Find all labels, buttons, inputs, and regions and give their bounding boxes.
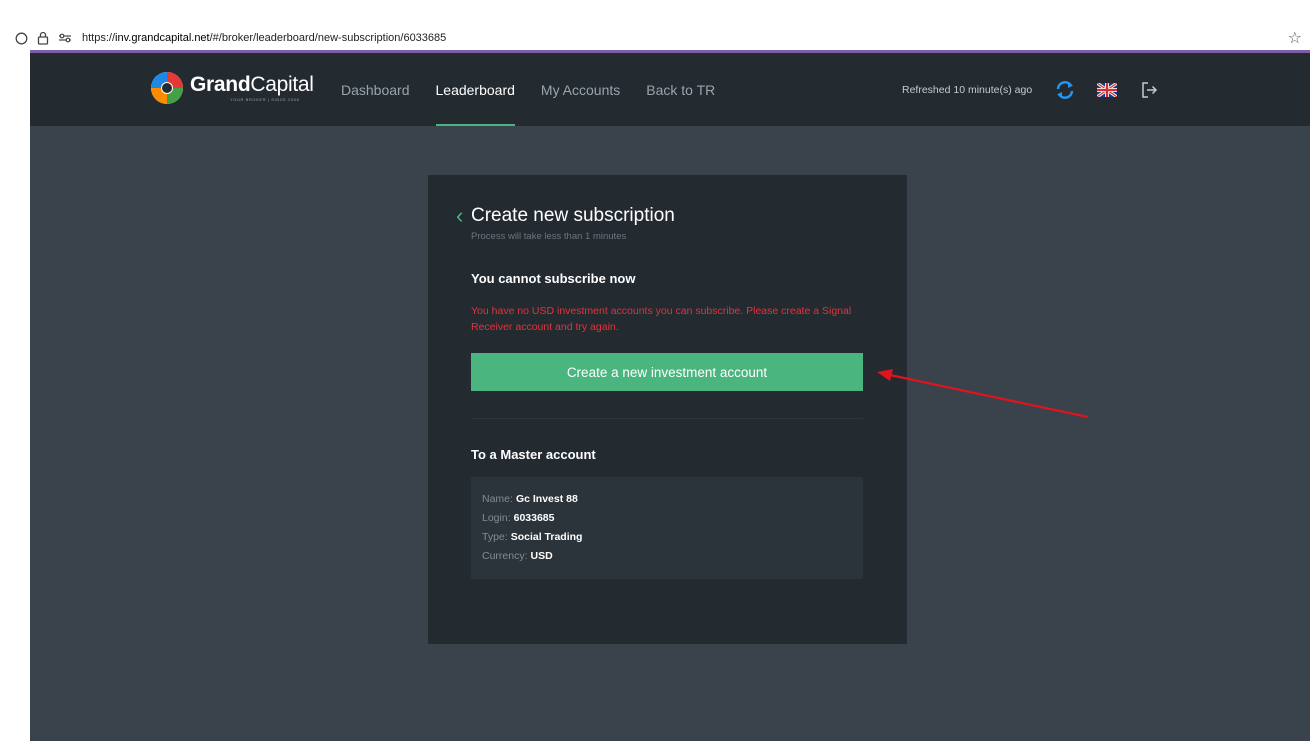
main-nav: Dashboard Leaderboard My Accounts Back t… bbox=[341, 53, 741, 126]
nav-item-leaderboard[interactable]: Leaderboard bbox=[435, 53, 516, 126]
refreshed-status: Refreshed 10 minute(s) ago bbox=[902, 84, 1033, 96]
info-row-login: Login: 6033685 bbox=[482, 509, 852, 528]
logo-text: GrandCapital YOUR BROKER | SINCE 2006 bbox=[190, 74, 314, 103]
lock-icon[interactable] bbox=[34, 29, 52, 47]
grandcapital-logo[interactable]: GrandCapital YOUR BROKER | SINCE 2006 bbox=[150, 71, 314, 105]
create-investment-account-button[interactable]: Create a new investment account bbox=[471, 353, 863, 391]
logout-icon[interactable] bbox=[1138, 79, 1160, 101]
type-label: Type: bbox=[482, 531, 508, 543]
url-host: inv.grandcapital.net bbox=[115, 32, 210, 44]
name-label: Name: bbox=[482, 493, 513, 505]
nav-right-tools: Refreshed 10 minute(s) ago bbox=[902, 79, 1180, 101]
login-label: Login: bbox=[482, 512, 511, 524]
nav-item-back-to-tr[interactable]: Back to TR bbox=[646, 53, 715, 126]
brand-name-light: Capital bbox=[250, 73, 314, 96]
url-prefix: https:// bbox=[82, 32, 116, 44]
divider bbox=[471, 418, 863, 419]
nav-item-my-accounts[interactable]: My Accounts bbox=[541, 53, 620, 126]
brand-name-bold: Grand bbox=[190, 73, 251, 96]
circle-icon[interactable] bbox=[12, 29, 30, 47]
error-message: You have no USD investment accounts you … bbox=[471, 305, 852, 333]
url-text[interactable]: https://inv.grandcapital.net/#/broker/le… bbox=[82, 32, 446, 44]
info-row-name: Name: Gc Invest 88 bbox=[482, 490, 852, 509]
star-icon[interactable]: ☆ bbox=[1288, 28, 1302, 48]
app-viewport: GrandCapital YOUR BROKER | SINCE 2006 Da… bbox=[30, 53, 1310, 741]
url-path: /#/broker/leaderboard/new-subscription/6… bbox=[209, 32, 447, 44]
brand-tagline: YOUR BROKER | SINCE 2006 bbox=[230, 97, 300, 102]
sync-icon[interactable] bbox=[1054, 79, 1076, 101]
uk-flag-icon[interactable] bbox=[1096, 79, 1118, 101]
brand-name: GrandCapital bbox=[190, 74, 314, 96]
currency-label: Currency: bbox=[482, 550, 528, 562]
login-value: 6033685 bbox=[513, 512, 555, 524]
status-title: You cannot subscribe now bbox=[471, 271, 636, 286]
permissions-icon[interactable] bbox=[56, 29, 74, 47]
info-row-currency: Currency: USD bbox=[482, 547, 852, 566]
top-navigation: GrandCapital YOUR BROKER | SINCE 2006 Da… bbox=[30, 53, 1310, 126]
page-subtitle: Process will take less than 1 minutes bbox=[471, 231, 627, 242]
subscription-card: ‹ Create new subscription Process will t… bbox=[428, 175, 907, 644]
screenshot-frame: https://inv.grandcapital.net/#/broker/le… bbox=[0, 0, 1313, 755]
type-value: Social Trading bbox=[510, 531, 583, 543]
name-value: Gc Invest 88 bbox=[515, 493, 578, 505]
master-account-title: To a Master account bbox=[471, 447, 596, 462]
logo-mark-icon bbox=[151, 72, 183, 104]
info-row-type: Type: Social Trading bbox=[482, 528, 852, 547]
browser-url-bar: https://inv.grandcapital.net/#/broker/le… bbox=[12, 26, 1310, 50]
page-title: Create new subscription bbox=[471, 205, 675, 226]
chevron-left-icon[interactable]: ‹ bbox=[456, 205, 463, 227]
currency-value: USD bbox=[530, 550, 553, 562]
master-account-info: Name: Gc Invest 88 Login: 6033685 Type: Soc… bbox=[471, 477, 863, 579]
nav-item-dashboard[interactable]: Dashboard bbox=[341, 53, 410, 126]
